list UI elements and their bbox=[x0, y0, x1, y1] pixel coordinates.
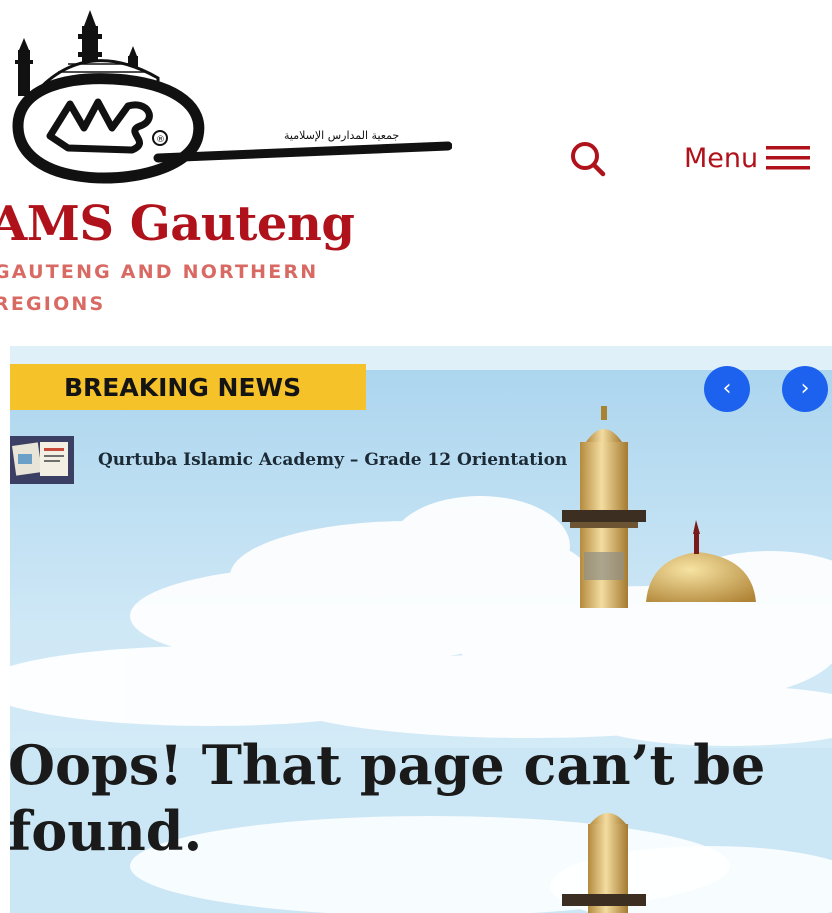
site-description: GAUTENG AND NORTHERN REGIONS bbox=[0, 261, 319, 315]
news-next-button[interactable]: › bbox=[782, 366, 828, 412]
svg-text:®: ® bbox=[156, 135, 165, 145]
chevron-right-icon: › bbox=[800, 376, 810, 401]
news-prev-button[interactable]: ‹ bbox=[704, 366, 750, 412]
menu-label: Menu bbox=[684, 142, 759, 174]
news-thumbnail bbox=[10, 436, 74, 484]
news-item[interactable]: Qurtuba Islamic Academy – Grade 12 Orien… bbox=[10, 436, 567, 484]
error-heading: Oops! That page can’t be found. bbox=[10, 733, 766, 863]
logo-emblem: ® جمعية المدارس الإسلامية bbox=[12, 10, 453, 184]
hero-section: BREAKING NEWS ‹ › Qurtuba Islamic Academ… bbox=[10, 346, 832, 913]
hamburger-icon bbox=[766, 146, 811, 170]
news-item-title: Qurtuba Islamic Academy – Grade 12 Orien… bbox=[98, 450, 568, 470]
chevron-left-icon: ‹ bbox=[722, 376, 732, 401]
breaking-news-label: BREAKING NEWS bbox=[10, 364, 366, 410]
search-button[interactable] bbox=[566, 138, 610, 178]
site-title[interactable]: AMS Gauteng bbox=[0, 196, 355, 252]
menu-button[interactable]: Menu bbox=[684, 140, 811, 176]
svg-text:جمعية المدارس الإسلامية: جمعية المدارس الإسلامية bbox=[284, 129, 399, 142]
site-logo[interactable]: ® جمعية المدارس الإسلامية bbox=[8, 8, 453, 188]
search-icon bbox=[571, 142, 606, 177]
